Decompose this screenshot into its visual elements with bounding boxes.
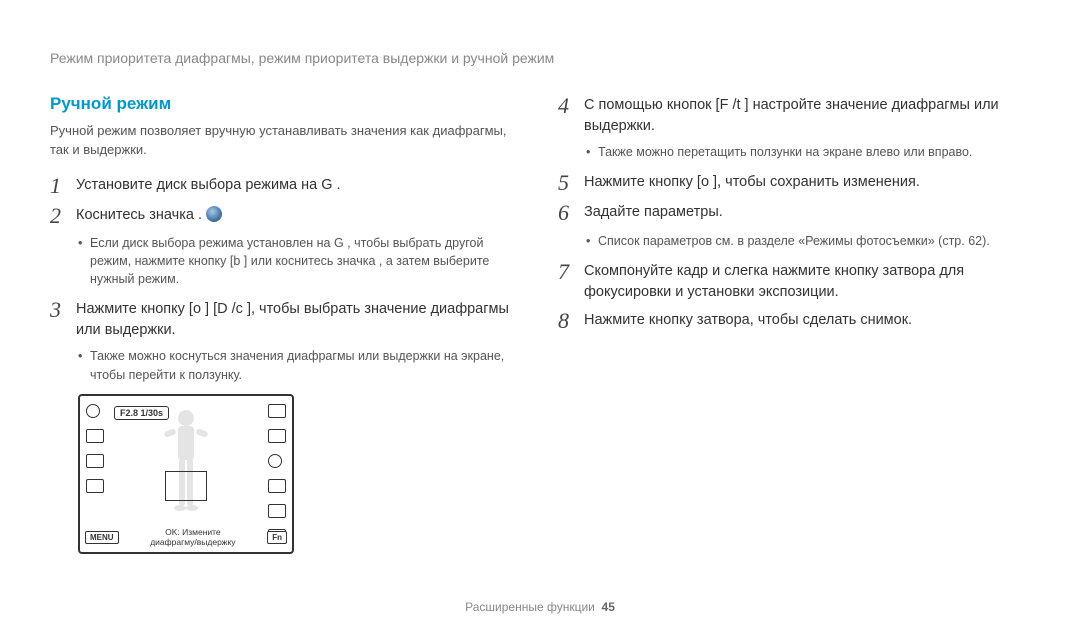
- bullet-item: Также можно перетащить ползунки на экран…: [586, 143, 1030, 161]
- step: 2 Коснитесь значка .: [50, 204, 522, 228]
- page-number: 45: [602, 600, 615, 614]
- step: 3 Нажмите кнопку [o ] [D /c ], чтобы выб…: [50, 298, 522, 341]
- step-number: 2: [50, 204, 76, 228]
- page-header: Режим приоритета диафрагмы, режим приори…: [50, 50, 1030, 66]
- step-text: С помощью кнопок [F /t ] настройте значе…: [584, 94, 1030, 137]
- bullet-item: Также можно коснуться значения диафрагмы…: [78, 347, 522, 383]
- step-number: 8: [558, 309, 584, 333]
- intro-text: Ручной режим позволяет вручную устанавли…: [50, 122, 522, 160]
- step: 4 С помощью кнопок [F /t ] настройте зна…: [558, 94, 1030, 137]
- step-text: Нажмите кнопку затвора, чтобы сделать сн…: [584, 309, 1030, 331]
- step: 7 Скомпонуйте кадр и слегка нажмите кноп…: [558, 260, 1030, 303]
- step: 6 Задайте параметры.: [558, 201, 1030, 225]
- step-text: Скомпонуйте кадр и слегка нажмите кнопку…: [584, 260, 1030, 303]
- bullet-text: Если диск выбора режима установлен на G …: [90, 236, 489, 286]
- sub-bullets: Также можно перетащить ползунки на экран…: [586, 143, 1030, 161]
- step-number: 6: [558, 201, 584, 225]
- flash-icon: [268, 454, 282, 468]
- step: 8 Нажмите кнопку затвора, чтобы сделать …: [558, 309, 1030, 333]
- step-number: 3: [50, 298, 76, 322]
- step-text: Нажмите кнопку [o ], чтобы сохранить изм…: [584, 171, 1030, 193]
- size-icon: [268, 479, 286, 493]
- right-column: 4 С помощью кнопок [F /t ] настройте зна…: [558, 94, 1030, 554]
- step-number: 1: [50, 174, 76, 198]
- left-column: Ручной режим Ручной режим позволяет вруч…: [50, 94, 522, 554]
- step: 5 Нажмите кнопку [o ], чтобы сохранить и…: [558, 171, 1030, 195]
- bullet-item: Список параметров см. в разделе «Режимы …: [586, 232, 1030, 250]
- lcd-line1: OK: Измените: [165, 527, 221, 537]
- focus-box-icon: [165, 471, 207, 501]
- content-columns: Ручной режим Ручной режим позволяет вруч…: [50, 94, 1030, 554]
- step-number: 4: [558, 94, 584, 118]
- step-text: Коснитесь значка .: [76, 204, 522, 226]
- hand-icon: [268, 504, 286, 518]
- lcd-left-icons: [86, 404, 104, 493]
- fn-button-label: Fn: [267, 531, 287, 544]
- sub-bullets: Если диск выбора режима установлен на G …: [78, 234, 522, 288]
- sub-bullets: Список параметров см. в разделе «Режимы …: [586, 232, 1030, 250]
- footer-label: Расширенные функции: [465, 600, 595, 614]
- lcd-line2: диафрагму/выдержку: [150, 537, 235, 547]
- step-text: Установите диск выбора режима на G .: [76, 174, 522, 196]
- sub-bullets: Также можно коснуться значения диафрагмы…: [78, 347, 522, 383]
- step-number: 7: [558, 260, 584, 284]
- page-footer: Расширенные функции 45: [0, 600, 1080, 614]
- globe-icon: [206, 206, 222, 222]
- camera-icon: [86, 429, 104, 443]
- menu-button-label: MENU: [85, 531, 119, 544]
- rec-icon: [86, 479, 104, 493]
- lcd-bottom-bar: MENU OK: Измените диафрагму/выдержку Fn: [80, 524, 292, 552]
- step-body-text: Коснитесь значка .: [76, 207, 202, 223]
- mode-icon: [86, 404, 100, 418]
- bullet-item: Если диск выбора режима установлен на G …: [78, 234, 522, 288]
- step-text: Нажмите кнопку [o ] [D /c ], чтобы выбра…: [76, 298, 522, 341]
- step: 1 Установите диск выбора режима на G .: [50, 174, 522, 198]
- person-silhouette-icon: [156, 406, 216, 526]
- film-icon: [86, 454, 104, 468]
- lcd-bottom-text: OK: Измените диафрагму/выдержку: [119, 528, 268, 548]
- battery-icon: [268, 429, 286, 443]
- lcd-right-icons: [268, 404, 286, 543]
- step-text: Задайте параметры.: [584, 201, 1030, 223]
- exposure-badge: F2.8 1/30s: [114, 406, 169, 420]
- card-icon: [268, 404, 286, 418]
- lcd-preview: F2.8 1/30s MENU: [78, 394, 294, 554]
- section-title: Ручной режим: [50, 94, 522, 114]
- step-number: 5: [558, 171, 584, 195]
